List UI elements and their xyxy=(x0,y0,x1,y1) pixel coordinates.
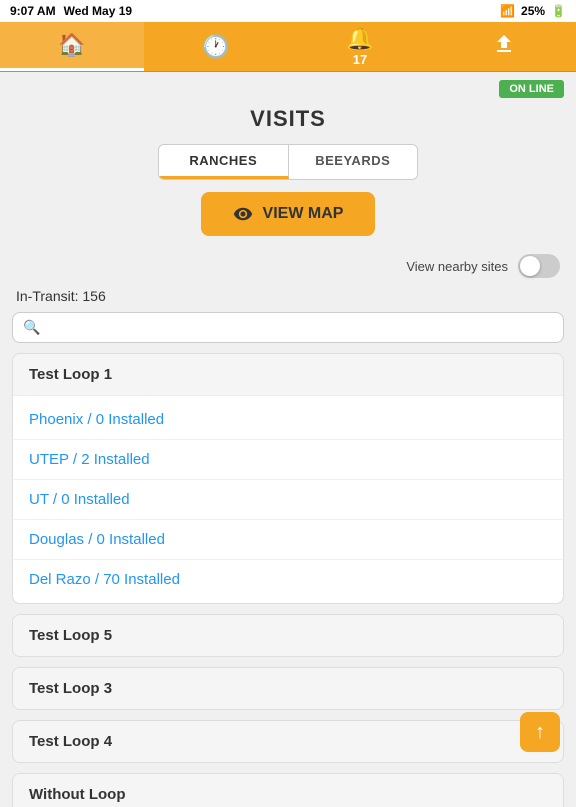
nav-history[interactable]: 🕐 xyxy=(144,22,288,71)
loop-item-delrazo[interactable]: Del Razo / 70 Installed xyxy=(13,560,563,599)
eye-icon xyxy=(233,204,253,224)
loop-header-loop5[interactable]: Test Loop 5 xyxy=(13,615,563,656)
battery-level: 25% xyxy=(521,4,545,18)
tab-beeyards[interactable]: BEEYARDS xyxy=(289,145,418,179)
alerts-badge: 17 xyxy=(353,52,367,67)
loop-item-douglas[interactable]: Douglas / 0 Installed xyxy=(13,520,563,560)
online-badge: ON LINE xyxy=(499,80,564,98)
intransit-row: In-Transit: 156 xyxy=(0,284,576,312)
loop-group-loop1: Test Loop 1Phoenix / 0 InstalledUTEP / 2… xyxy=(12,353,564,604)
loop-item-utep[interactable]: UTEP / 2 Installed xyxy=(13,440,563,480)
export-icon xyxy=(492,32,516,62)
intransit-count: 156 xyxy=(82,288,105,304)
loop-group-loop5: Test Loop 5 xyxy=(12,614,564,657)
loop-header-loop4[interactable]: Test Loop 4 xyxy=(13,721,563,762)
toolbar-row: View nearby sites xyxy=(0,248,576,284)
back-to-top-button[interactable]: ↑ xyxy=(520,712,560,752)
tab-ranches[interactable]: RANCHES xyxy=(159,145,289,179)
search-icon: 🔍 xyxy=(23,319,40,336)
page-title: VISITS xyxy=(0,106,576,132)
toggle-knob xyxy=(520,256,540,276)
loop-header-loopwithout[interactable]: Without Loop xyxy=(13,774,563,807)
loop-header-loop3[interactable]: Test Loop 3 xyxy=(13,668,563,709)
nav-alerts[interactable]: 🔔 17 xyxy=(288,22,432,71)
nav-export[interactable] xyxy=(432,22,576,71)
home-icon: 🏠 xyxy=(58,32,85,58)
status-time: 9:07 AM xyxy=(10,4,56,18)
wifi-icon: 📶 xyxy=(500,4,515,18)
loop-item-phoenix[interactable]: Phoenix / 0 Installed xyxy=(13,400,563,440)
view-map-btn-container: VIEW MAP xyxy=(0,192,576,236)
loop-group-loop3: Test Loop 3 xyxy=(12,667,564,710)
nav-home[interactable]: 🏠 xyxy=(0,22,144,71)
bell-icon: 🔔 xyxy=(346,26,373,52)
content-scroll: Test Loop 1Phoenix / 0 InstalledUTEP / 2… xyxy=(0,353,576,807)
view-map-button[interactable]: VIEW MAP xyxy=(201,192,376,236)
search-input[interactable] xyxy=(46,320,553,336)
status-bar: 9:07 AM Wed May 19 📶 25% 🔋 xyxy=(0,0,576,22)
intransit-label: In-Transit: xyxy=(16,288,79,304)
loop-item-ut[interactable]: UT / 0 Installed xyxy=(13,480,563,520)
loop-header-loop1[interactable]: Test Loop 1 xyxy=(13,354,563,396)
loop-group-loopwithout: Without Loop xyxy=(12,773,564,807)
status-date: Wed May 19 xyxy=(64,4,132,18)
nav-bar: 🏠 🕐 🔔 17 xyxy=(0,22,576,72)
battery-icon: 🔋 xyxy=(551,4,566,18)
history-icon: 🕐 xyxy=(202,34,229,60)
search-container: 🔍 xyxy=(12,312,564,343)
nearby-sites-label: View nearby sites xyxy=(406,259,508,274)
online-badge-container: ON LINE xyxy=(0,72,576,102)
tabs-container: RANCHES BEEYARDS xyxy=(158,144,418,180)
view-map-label: VIEW MAP xyxy=(263,205,344,223)
nearby-sites-toggle[interactable] xyxy=(518,254,560,278)
arrow-up-icon: ↑ xyxy=(535,721,545,744)
loop-group-loop4: Test Loop 4 xyxy=(12,720,564,763)
